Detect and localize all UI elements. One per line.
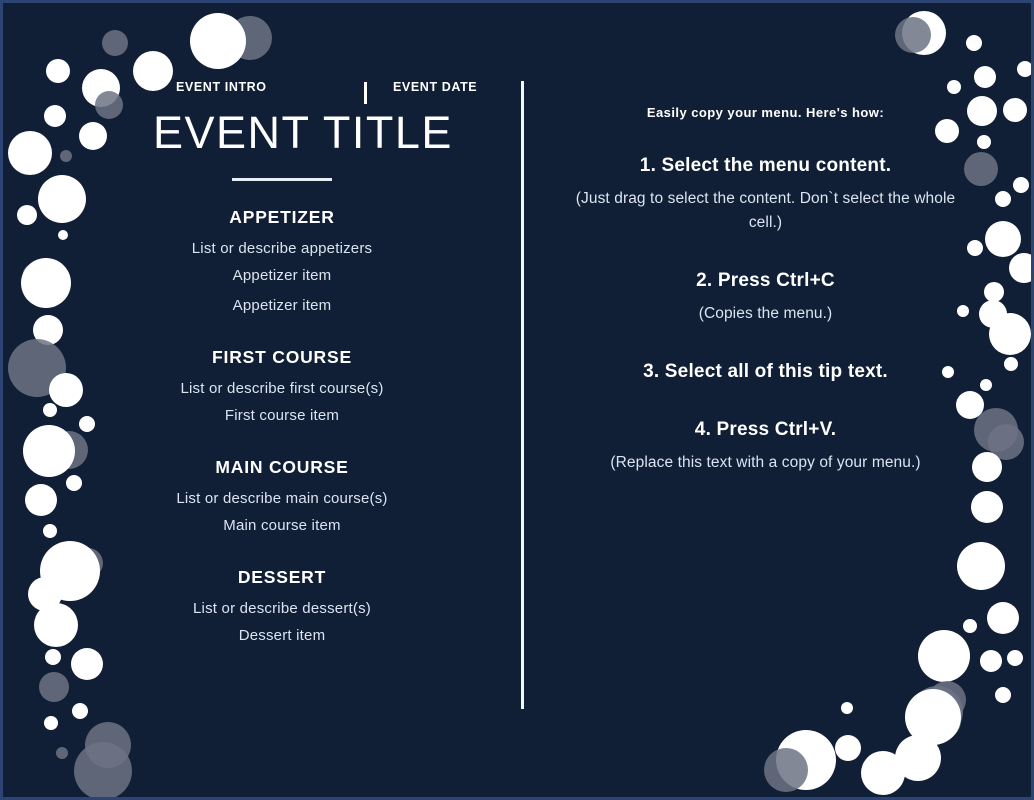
tip-step-note[interactable]: (Just drag to select the content. Don`t … <box>563 187 968 235</box>
menu-column: EVENT INTRO EVENT DATE EVENT TITLE APPET… <box>153 69 477 651</box>
eyebrow-separator-bar <box>364 82 367 104</box>
course-item[interactable]: Appetizer item <box>153 291 411 321</box>
tip-step-note[interactable]: (Copies the menu.) <box>563 302 968 326</box>
course-item[interactable]: Dessert item <box>153 621 411 651</box>
tip-step-4: 4. Press Ctrl+V. (Replace this text with… <box>563 417 968 475</box>
course-description[interactable]: List or describe appetizers <box>153 237 411 261</box>
course-heading[interactable]: FIRST COURSE <box>153 346 411 368</box>
course-description[interactable]: List or describe main course(s) <box>153 487 411 511</box>
course-section-appetizer: APPETIZER List or describe appetizers Ap… <box>153 206 411 321</box>
course-heading[interactable]: DESSERT <box>153 566 411 588</box>
tip-step-note[interactable]: (Replace this text with a copy of your m… <box>563 451 968 475</box>
title-underline-rule <box>232 178 332 181</box>
course-item[interactable]: Main course item <box>153 511 411 541</box>
menu-template-page: EVENT INTRO EVENT DATE EVENT TITLE APPET… <box>0 0 1034 800</box>
column-divider <box>521 81 524 709</box>
course-item[interactable]: Appetizer item <box>153 261 411 291</box>
tip-step-2: 2. Press Ctrl+C (Copies the menu.) <box>563 268 968 326</box>
tips-column: Easily copy your menu. Here's how: 1. Se… <box>563 103 968 475</box>
course-heading[interactable]: MAIN COURSE <box>153 456 411 478</box>
eyebrow-row: EVENT INTRO EVENT DATE <box>153 69 477 105</box>
tips-lead-text[interactable]: Easily copy your menu. Here's how: <box>563 103 968 123</box>
course-section-main-course: MAIN COURSE List or describe main course… <box>153 456 411 541</box>
course-description[interactable]: List or describe first course(s) <box>153 377 411 401</box>
course-description[interactable]: List or describe dessert(s) <box>153 597 411 621</box>
tip-step-1: 1. Select the menu content. (Just drag t… <box>563 153 968 235</box>
tip-step-heading[interactable]: 1. Select the menu content. <box>563 153 968 179</box>
event-intro-label[interactable]: EVENT INTRO <box>176 69 267 105</box>
event-date-label[interactable]: EVENT DATE <box>393 69 477 105</box>
event-title[interactable]: EVENT TITLE <box>153 105 451 161</box>
course-heading[interactable]: APPETIZER <box>153 206 411 228</box>
tip-step-3: 3. Select all of this tip text. <box>563 359 968 385</box>
course-section-dessert: DESSERT List or describe dessert(s) Dess… <box>153 566 411 651</box>
tip-step-heading[interactable]: 2. Press Ctrl+C <box>563 268 968 294</box>
tip-step-heading[interactable]: 4. Press Ctrl+V. <box>563 417 968 443</box>
course-item[interactable]: First course item <box>153 401 411 431</box>
course-section-first-course: FIRST COURSE List or describe first cour… <box>153 346 411 431</box>
tip-step-heading[interactable]: 3. Select all of this tip text. <box>563 359 968 385</box>
